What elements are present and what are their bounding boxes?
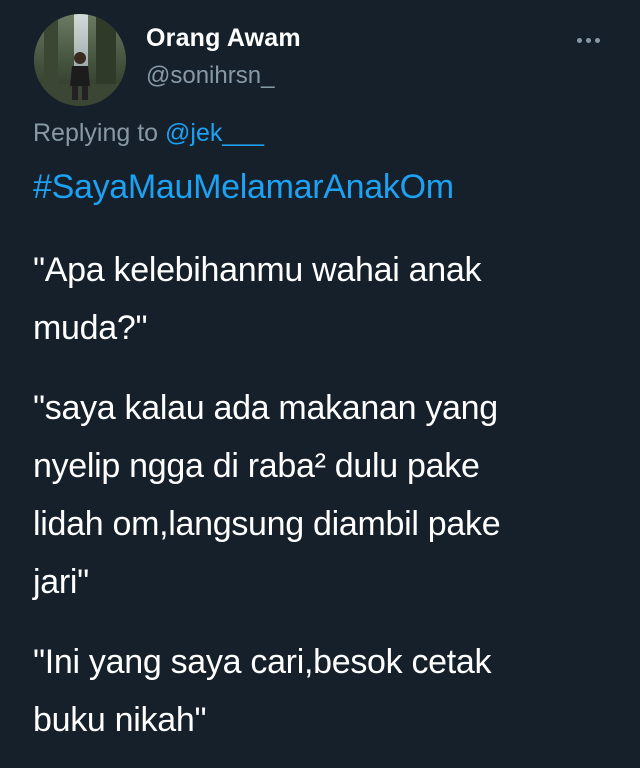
user-avatar-photo-icon xyxy=(34,14,126,106)
display-name[interactable]: Orang Awam xyxy=(146,24,301,53)
more-horizontal-icon xyxy=(594,37,600,43)
more-options-button[interactable] xyxy=(568,28,608,52)
more-horizontal-icon xyxy=(585,37,591,43)
tweet-text-paragraph: "Ini yang saya cari,besok cetak buku nik… xyxy=(33,643,492,739)
hashtag-link[interactable]: #SayaMauMelamarAnakOm xyxy=(33,168,454,207)
avatar[interactable] xyxy=(34,14,126,106)
user-handle[interactable]: @sonihrsn_ xyxy=(146,62,274,90)
tweet-text-paragraph: "Apa kelebihanmu wahai anak muda?" xyxy=(33,251,482,347)
replying-to-label: Replying to xyxy=(33,119,166,147)
replying-to: Replying to @jek___ xyxy=(33,119,264,148)
reply-mention-link[interactable]: @jek___ xyxy=(165,119,264,147)
tweet-text-paragraph: "saya kalau ada makanan yang nyelip ngga… xyxy=(33,389,501,601)
tweet: Orang Awam @sonihrsn_ Replying to @jek__… xyxy=(0,0,640,768)
more-horizontal-icon xyxy=(576,37,582,43)
